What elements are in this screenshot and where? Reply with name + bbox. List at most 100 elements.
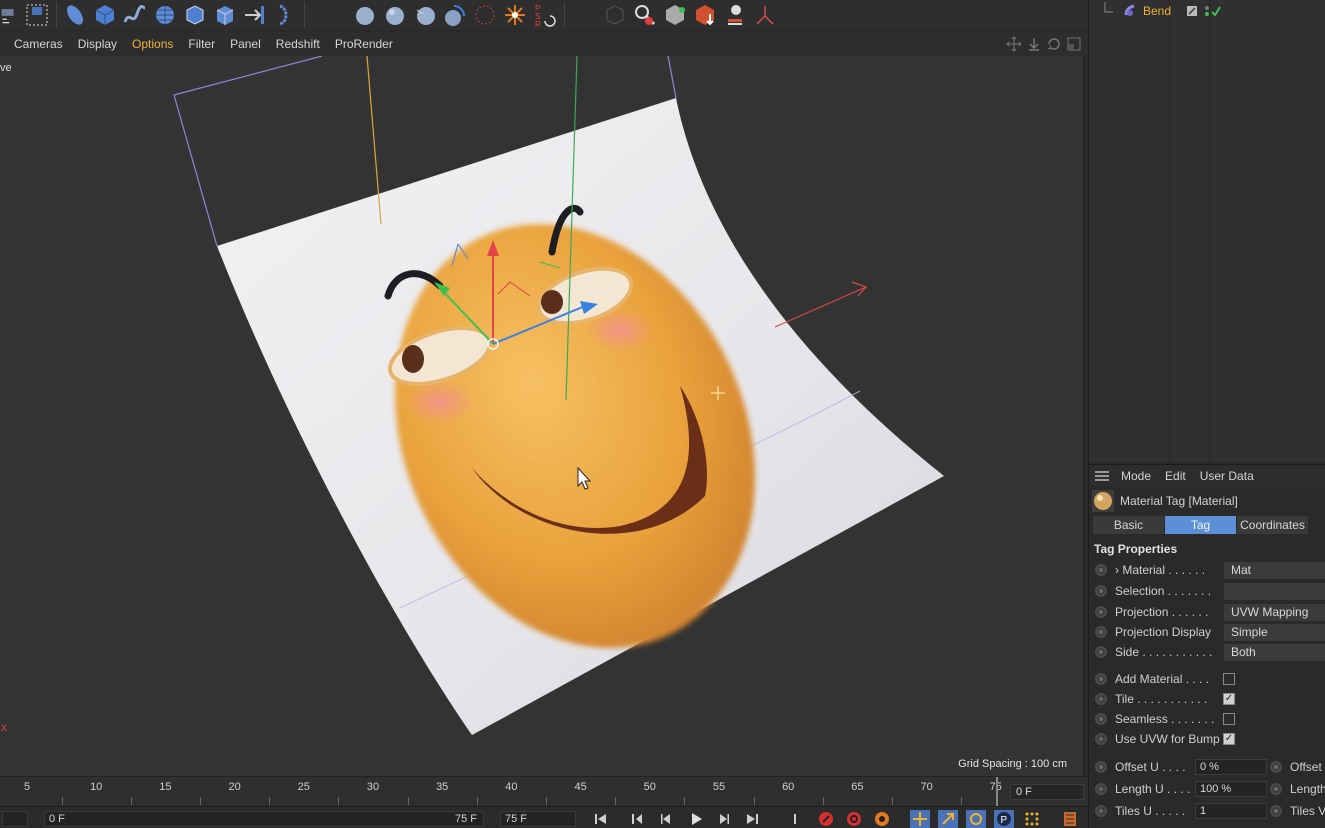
sphere-2-icon[interactable] [380,1,410,29]
material-value[interactable]: Mat [1224,561,1325,579]
seamless-checkbox[interactable] [1223,713,1235,725]
display-icon[interactable] [600,1,630,29]
extrude-icon[interactable] [210,1,240,29]
key-param-icon[interactable]: P [994,810,1014,828]
tile-checkbox[interactable]: ✓ [1223,693,1235,705]
object-name-bend[interactable]: Bend [1143,4,1171,18]
tab-tag[interactable]: Tag [1165,516,1236,534]
auto-key-icon[interactable] [844,810,864,828]
key-settings-icon[interactable] [872,810,892,828]
keyframe-radio[interactable] [1095,805,1107,817]
menu-mode[interactable]: Mode [1121,469,1151,483]
menu-panel[interactable]: Panel [230,37,261,51]
mograph-icon[interactable] [660,1,690,29]
add-material-checkbox[interactable] [1223,673,1235,685]
prev-key-icon[interactable] [628,810,648,828]
attributes-menu-bar: Mode Edit User Data [1089,464,1325,486]
key-scale-icon[interactable] [938,810,958,828]
tab-coordinates[interactable]: Coordinates [1237,516,1308,534]
use-uvw-bump-checkbox[interactable]: ✓ [1223,733,1235,745]
bulb-icon[interactable] [720,1,750,29]
viewport-3d[interactable]: ve x Grid Spacing : 100 cm [0,56,1084,776]
grid-icon[interactable] [470,1,500,29]
key-rotate-icon[interactable] [966,810,986,828]
cube-icon[interactable] [90,1,120,29]
tiles-u-input[interactable]: 1 [1195,803,1267,819]
frame-stepper[interactable] [2,811,28,827]
current-frame-field[interactable]: 0 F [1010,784,1084,800]
keyframe-radio[interactable] [1270,805,1282,817]
prev-frame-icon[interactable] [656,810,676,828]
menu-edit[interactable]: Edit [1165,469,1186,483]
effector-icon[interactable] [690,1,720,29]
visibility-icon[interactable] [1185,4,1199,18]
projection-dropdown[interactable]: UVW Mapping [1224,603,1325,621]
array-icon[interactable] [180,1,210,29]
move-view-icon[interactable] [1006,36,1022,52]
sphere-3-icon[interactable] [410,1,440,29]
menu-filter[interactable]: Filter [188,37,215,51]
menu-redshift[interactable]: Redshift [276,37,320,51]
start-frame-field[interactable]: 0 F 75 F [44,811,484,827]
deformer-icon[interactable] [440,1,470,29]
projection-display-dropdown[interactable]: Simple [1224,623,1325,641]
key-move-icon[interactable] [910,810,930,828]
sphere-icon[interactable] [350,1,380,29]
menu-cameras[interactable]: Cameras [14,37,63,51]
expand-arrow-icon[interactable]: › [1115,563,1119,577]
keyframe-radio[interactable] [1270,783,1282,795]
zoom-view-icon[interactable] [1026,36,1042,52]
axis-icon[interactable] [750,1,780,29]
next-frame-icon[interactable] [714,810,734,828]
keyframe-radio[interactable] [1095,585,1107,597]
field-add-material: Add Material . . . . [1089,669,1325,689]
go-end-2-icon[interactable] [780,810,800,828]
record-icon[interactable] [816,810,836,828]
length-u-input[interactable]: 100 % [1195,781,1267,797]
keyframe-radio[interactable] [1095,693,1107,705]
key-points-icon[interactable] [1022,810,1042,828]
menu-options[interactable]: Options [132,37,173,51]
maximize-view-icon[interactable] [1066,36,1082,52]
field-material-label: › Material . . . . . . [1115,563,1229,577]
selection-value[interactable] [1224,582,1325,600]
object-row-bend[interactable]: Bend [1103,2,1223,20]
capsule-icon[interactable] [60,1,90,29]
hamburger-icon[interactable] [1095,470,1109,481]
keyframe-radio[interactable] [1270,761,1282,773]
psr-icon[interactable]: PSR [530,1,560,29]
timeline-window-icon[interactable] [1060,810,1080,828]
menu-prorender[interactable]: ProRender [335,37,393,51]
play-icon[interactable] [686,810,706,828]
menu-display[interactable]: Display [78,37,117,51]
keyframe-radio[interactable] [1095,626,1107,638]
light-icon[interactable] [500,1,530,29]
bool-icon[interactable] [240,1,270,29]
end-frame-field[interactable]: 75 F [500,811,576,827]
timeline-ruler[interactable]: 51015202530354045505560657075 0 F [0,776,1088,807]
keyframe-radio[interactable] [1095,733,1107,745]
playhead[interactable] [996,777,998,807]
spline-icon[interactable] [120,1,150,29]
symmetry-icon[interactable] [270,1,300,29]
object-manager[interactable]: Bend [1089,0,1325,462]
side-dropdown[interactable]: Both [1224,643,1325,661]
keyframe-radio[interactable] [1095,606,1107,618]
keyframe-radio[interactable] [1095,761,1107,773]
render-region-icon[interactable] [22,1,52,29]
keyframe-radio[interactable] [1095,713,1107,725]
tab-basic[interactable]: Basic [1093,516,1164,534]
offset-u-input[interactable]: 0 % [1195,759,1267,775]
keyframe-radio[interactable] [1095,783,1107,795]
keyframe-radio[interactable] [1095,646,1107,658]
rotate-view-icon[interactable] [1046,36,1062,52]
go-to-start-icon[interactable] [591,810,611,828]
keyframe-radio[interactable] [1095,673,1107,685]
render-toggle-icon[interactable] [0,1,22,29]
paint-icon[interactable] [630,1,660,29]
subdivision-icon[interactable] [150,1,180,29]
enabled-check-icon[interactable] [1203,4,1223,18]
menu-user-data[interactable]: User Data [1200,469,1254,483]
keyframe-radio[interactable] [1095,564,1107,576]
go-to-end-icon[interactable] [742,810,762,828]
